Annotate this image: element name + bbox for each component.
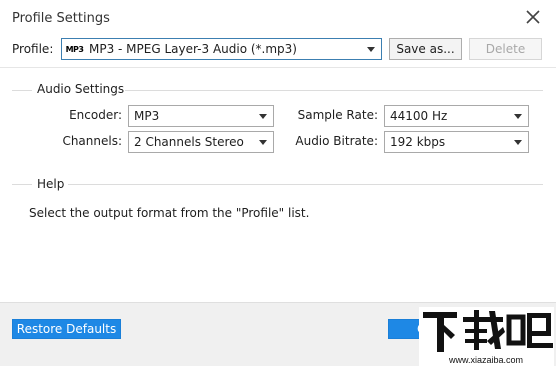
channels-label: Channels: [62,134,122,148]
sample-rate-value: 44100 Hz [390,109,448,123]
channels-select[interactable]: 2 Channels Stereo [128,131,274,153]
sample-rate-select[interactable]: 44100 Hz [384,105,529,127]
section-line-left [12,184,32,185]
profile-row: Profile: [12,38,53,60]
encoder-select[interactable]: MP3 [128,105,274,127]
profile-settings-dialog: Profile Settings Profile: MP3 MP3 - MPEG… [0,0,556,366]
profile-label: Profile: [12,42,54,56]
delete-button[interactable]: Delete [469,38,542,60]
encoder-value: MP3 [134,109,160,123]
encoder-label: Encoder: [69,108,122,122]
section-line-left [12,90,32,91]
section-line-right [125,90,543,91]
audio-settings-heading: Audio Settings [37,82,125,96]
chevron-down-icon [259,140,267,145]
sample-rate-label: Sample Rate: [297,108,378,122]
audio-bitrate-value: 192 kbps [390,135,446,149]
chevron-down-icon [514,114,522,119]
watermark-url: www.xiazaiba.com [448,355,523,365]
help-text: Select the output format from the "Profi… [29,206,310,220]
restore-defaults-button[interactable]: Restore Defaults [12,319,121,339]
chevron-down-icon [367,47,375,52]
divider [0,67,556,68]
music-file-icon: MP3 [65,42,84,56]
profile-selected-value: MP3 - MPEG Layer-3 Audio (*.mp3) [89,42,297,56]
chevron-down-icon [259,114,267,119]
music-file-icon-text: MP3 [65,44,84,54]
save-as-button[interactable]: Save as... [389,38,462,60]
audio-bitrate-label: Audio Bitrate: [295,134,378,148]
profile-select[interactable]: MP3 MP3 - MPEG Layer-3 Audio (*.mp3) [61,38,382,60]
window-title: Profile Settings [12,11,110,26]
chevron-down-icon [514,140,522,145]
site-watermark-logo: www.xiazaiba.com [419,307,554,366]
channels-value: 2 Channels Stereo [134,135,244,149]
section-line-right [68,184,543,185]
audio-bitrate-select[interactable]: 192 kbps [384,131,529,153]
help-heading: Help [37,177,65,191]
close-icon[interactable] [524,8,542,26]
